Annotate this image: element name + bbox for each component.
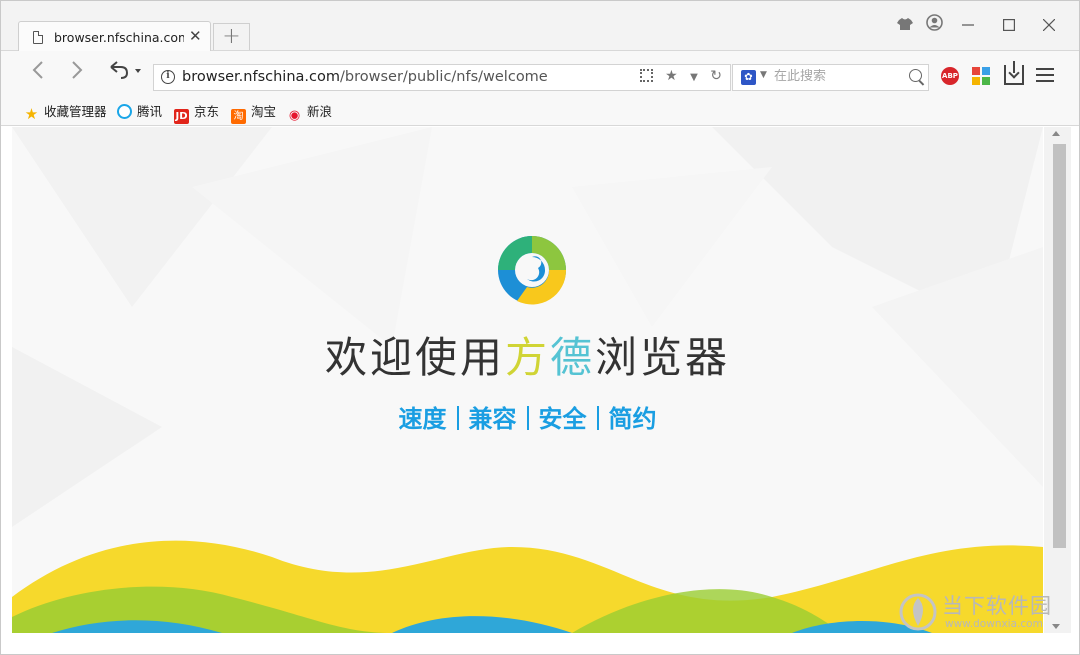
tagline-item: 安全 <box>538 405 587 433</box>
site-info-icon[interactable]: i <box>161 70 175 84</box>
decorative-waves <box>12 540 1043 633</box>
watermark-name: 当下软件园 <box>942 594 1052 618</box>
new-tab-button[interactable]: + <box>213 23 250 50</box>
headline-part: 浏览器 <box>595 333 731 382</box>
bookmark-taobao[interactable]: 淘淘宝 <box>231 101 276 124</box>
address-bar[interactable]: i browser.nfschina.com/browser/public/nf… <box>153 64 731 91</box>
headline-brand-1: 方 <box>504 333 550 382</box>
bookmark-label: 新浪 <box>307 104 333 119</box>
browser-logo <box>498 236 567 305</box>
toolbar: i browser.nfschina.com/browser/public/nf… <box>1 51 1079 94</box>
watermark-logo <box>899 593 937 631</box>
minimize-icon[interactable] <box>953 13 983 39</box>
bookmark-label: 淘宝 <box>251 104 277 119</box>
bookmark-tencent[interactable]: 腾讯 <box>117 101 162 120</box>
engine-dropdown-icon[interactable]: ▼ <box>760 70 767 80</box>
jd-icon: JD <box>174 109 189 124</box>
undo-close-button[interactable] <box>105 60 145 86</box>
star-icon: ★ <box>24 105 39 123</box>
tab-active[interactable]: browser.nfschina.com/ ✕ <box>18 21 211 52</box>
download-icon[interactable] <box>1004 61 1024 85</box>
tab-title: browser.nfschina.com/ <box>54 30 184 45</box>
page-content: 欢迎使用方德浏览器 速度 兼容 安全 简约 <box>12 127 1043 633</box>
weibo-icon: ◉ <box>288 108 301 123</box>
url-text[interactable]: browser.nfschina.com/browser/public/nfs/… <box>182 69 548 85</box>
menu-icon[interactable] <box>1036 68 1054 82</box>
search-input[interactable] <box>774 69 899 84</box>
adblock-plus-icon[interactable]: ABP <box>941 67 959 85</box>
tab-close-icon[interactable]: ✕ <box>189 27 202 45</box>
close-icon[interactable] <box>1034 13 1064 39</box>
search-icon[interactable] <box>909 69 922 82</box>
back-button[interactable] <box>25 60 51 86</box>
search-engine-icon[interactable]: ✿ <box>741 70 756 85</box>
bookmark-manager[interactable]: ★ 收藏管理器 <box>24 101 107 122</box>
tagline-item: 兼容 <box>468 405 517 433</box>
site-watermark: 当下软件园 www.downxia.com <box>894 588 1074 636</box>
welcome-headline: 欢迎使用方德浏览器 <box>12 324 1043 385</box>
browser-window: browser.nfschina.com/ ✕ + i browser.nfsc… <box>0 0 1080 655</box>
scroll-up-arrow-icon[interactable] <box>1052 131 1060 136</box>
url-tools: ★ ▼ ↻ <box>624 68 722 88</box>
scroll-thumb[interactable] <box>1053 144 1066 548</box>
bookmark-label: 京东 <box>194 104 220 119</box>
bookmark-label: 腾讯 <box>137 104 163 119</box>
tagline-item: 速度 <box>398 405 447 433</box>
title-bar: browser.nfschina.com/ ✕ + <box>1 1 1079 52</box>
apps-grid-icon[interactable] <box>972 67 990 85</box>
bookmark-jd[interactable]: JD 京东 <box>174 101 219 124</box>
tencent-icon <box>117 104 132 119</box>
headline-part: 欢迎使用 <box>324 333 505 382</box>
search-box[interactable]: ✿ ▼ <box>732 64 929 91</box>
url-path: /browser/public/nfs/welcome <box>340 69 548 85</box>
bookmark-star-icon[interactable]: ★ <box>665 68 678 84</box>
page-icon <box>33 31 43 44</box>
feature-tagline: 速度 兼容 安全 简约 <box>12 399 1043 434</box>
bookmark-label: 收藏管理器 <box>44 104 107 119</box>
watermark-url: www.downxia.com <box>945 618 1043 630</box>
account-icon[interactable] <box>919 13 949 39</box>
url-host: browser.nfschina.com <box>182 69 340 85</box>
reload-icon[interactable]: ↻ <box>710 68 722 84</box>
taobao-icon: 淘 <box>231 109 246 124</box>
bookmarks-bar: ★ 收藏管理器 腾讯 JD 京东 淘淘宝 ◉ 新浪 <box>1 94 1079 126</box>
star-dropdown-icon[interactable]: ▼ <box>690 72 698 83</box>
forward-button[interactable] <box>64 60 90 86</box>
bookmark-sina[interactable]: ◉ 新浪 <box>287 101 332 123</box>
skin-icon[interactable] <box>890 13 920 39</box>
tagline-item: 简约 <box>608 405 657 433</box>
headline-brand-2: 德 <box>550 333 596 382</box>
vertical-scrollbar[interactable] <box>1044 127 1071 633</box>
maximize-icon[interactable] <box>994 13 1024 39</box>
qr-code-icon[interactable] <box>632 68 653 84</box>
